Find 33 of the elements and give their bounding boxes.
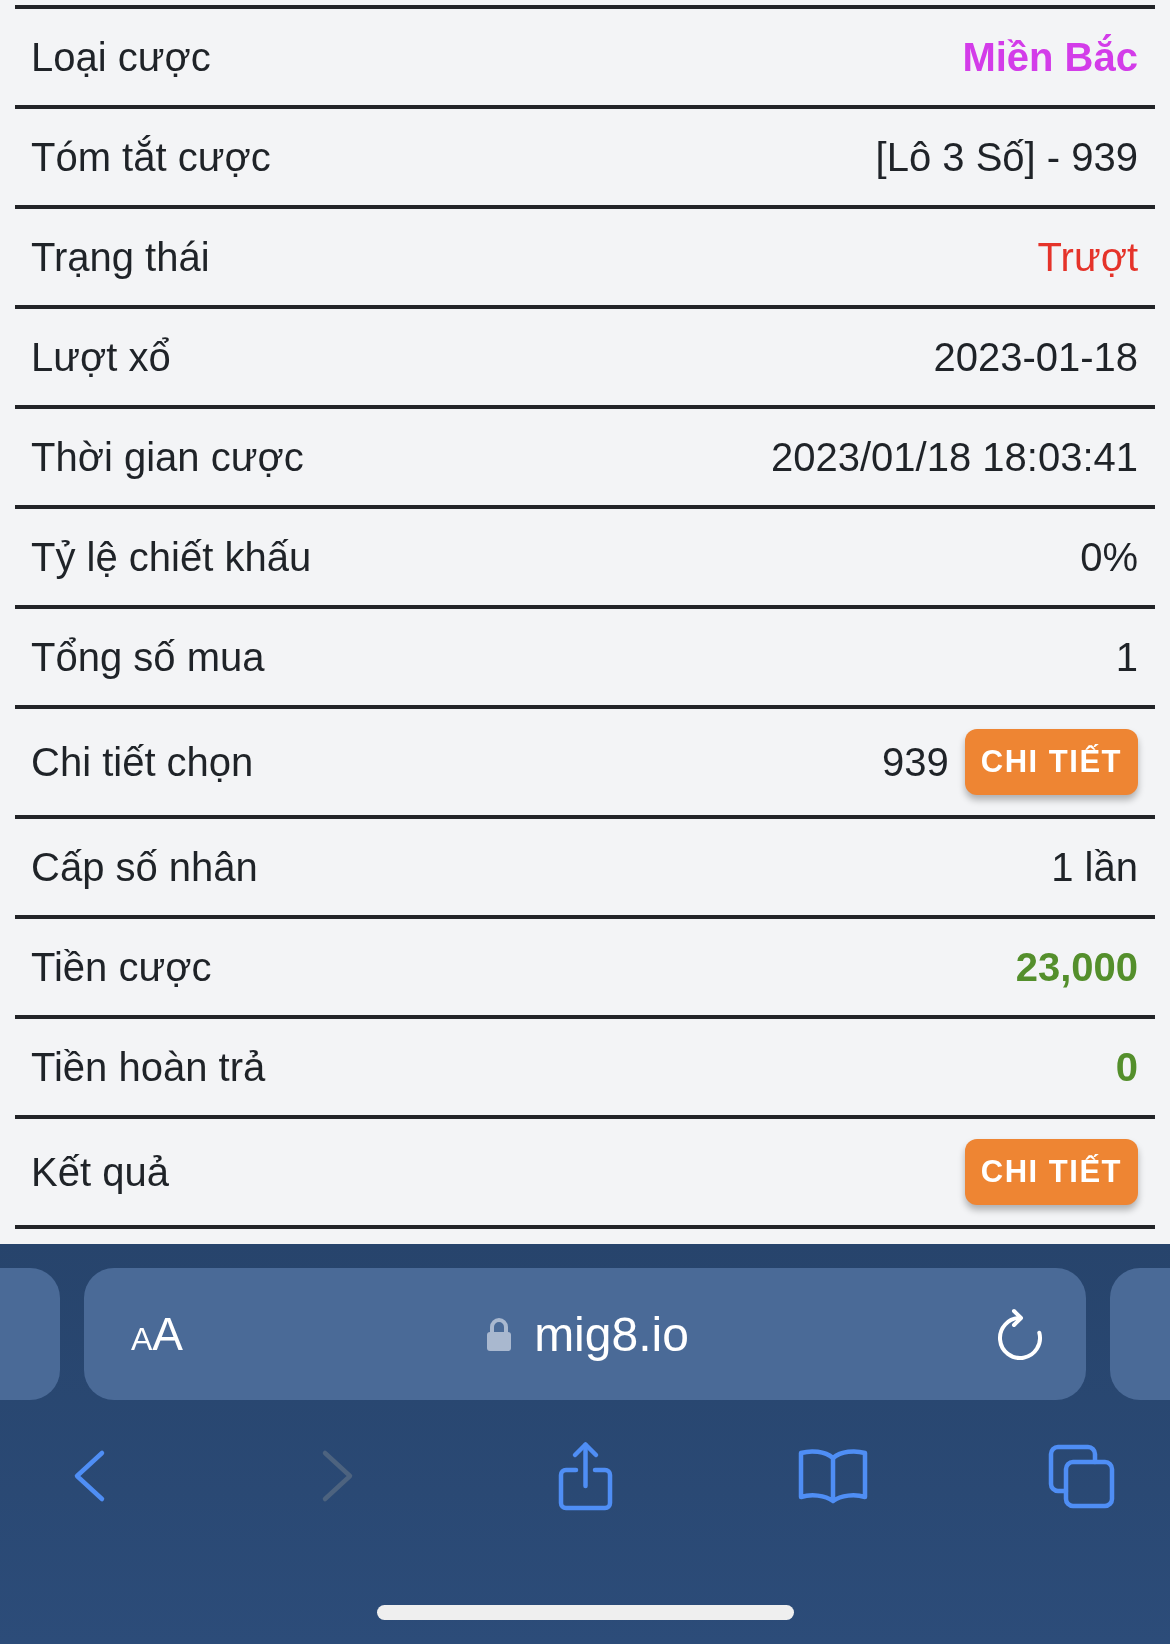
row-label: Loại cược <box>31 34 211 80</box>
url-text: mig8.io <box>534 1306 689 1362</box>
lock-icon <box>486 1317 513 1351</box>
row-label: Cấp số nhân <box>31 844 258 890</box>
row-value: 0 <box>1115 1044 1138 1090</box>
row-value: Trượt <box>1037 234 1138 280</box>
share-icon[interactable] <box>556 1440 614 1512</box>
row-label: Trạng thái <box>31 234 210 280</box>
tab-preview[interactable] <box>0 1268 60 1400</box>
row-label: Chi tiết chọn <box>31 739 254 785</box>
row-value: 939 <box>882 739 949 785</box>
row-label: Tiền hoàn trả <box>31 1044 266 1090</box>
row-label: Tỷ lệ chiết khấu <box>31 534 312 580</box>
row-label: Thời gian cược <box>31 434 304 480</box>
row-value: 1 lần <box>1051 844 1138 890</box>
row-label: Tổng số mua <box>31 634 265 680</box>
row-label: Tiền cược <box>31 944 212 990</box>
book-icon[interactable] <box>797 1447 869 1505</box>
row-label: Tóm tắt cược <box>31 134 271 180</box>
row-value: 0% <box>1080 534 1138 580</box>
row-value: 23,000 <box>1015 944 1138 990</box>
text-size-button[interactable]: AA <box>131 1311 184 1357</box>
row-value: [Lô 3 Số] - 939 <box>875 134 1138 180</box>
tab-preview[interactable] <box>1110 1268 1170 1400</box>
row-value: 1 <box>1115 634 1138 680</box>
row-label: Lượt xổ <box>31 334 171 380</box>
row-value: 2023/01/18 18:03:41 <box>771 434 1138 480</box>
reload-icon[interactable] <box>996 1308 1044 1360</box>
address-bar[interactable]: AA mig8.io <box>84 1268 1086 1400</box>
row-value: Miền Bắc <box>962 34 1138 80</box>
tabs-icon[interactable] <box>1047 1443 1115 1509</box>
row-label: Kết quả <box>31 1149 169 1195</box>
row-value: 2023-01-18 <box>933 334 1138 380</box>
